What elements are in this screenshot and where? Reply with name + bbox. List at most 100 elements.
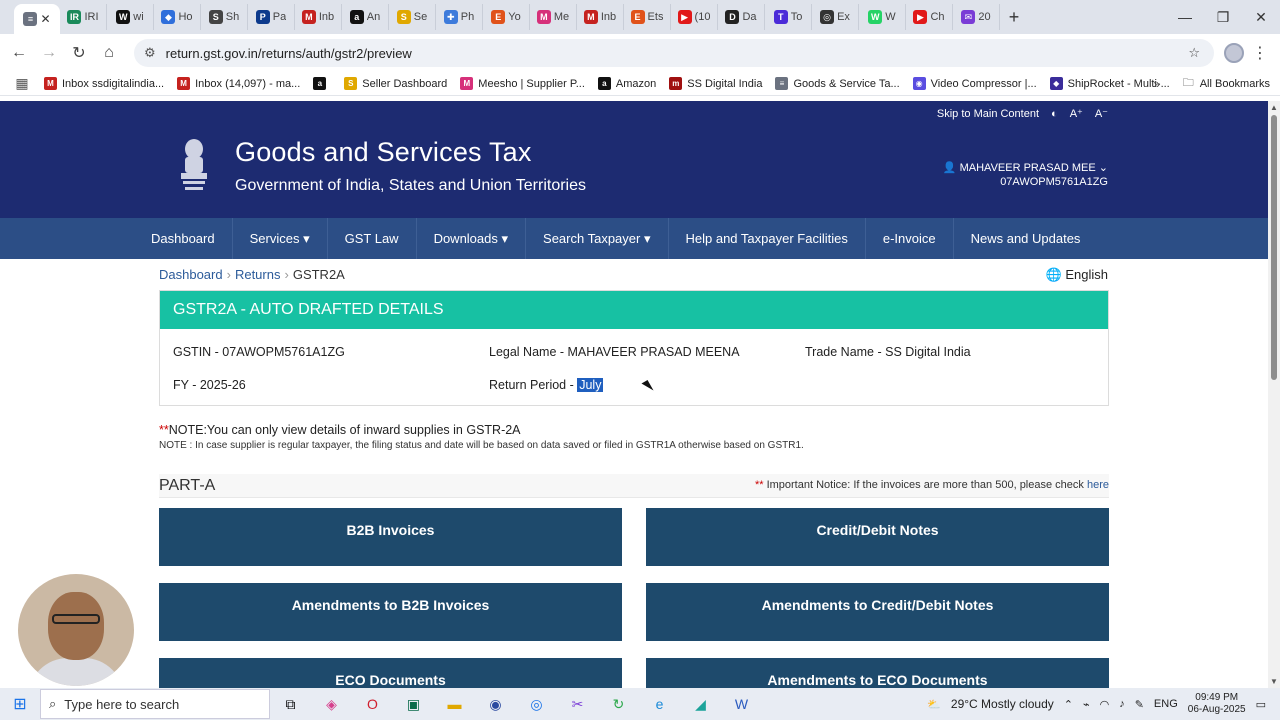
breadcrumb-returns[interactable]: Returns [235, 267, 281, 282]
amendments-b2b-button[interactable]: Amendments to B2B Invoices [159, 583, 622, 641]
bookmark-item[interactable]: S Seller Dashboard [344, 77, 447, 90]
browser-tab[interactable]: WW [859, 4, 906, 30]
browser-tab[interactable]: ✉ 20 [953, 4, 1000, 30]
browser-tab[interactable]: S Se [389, 4, 436, 30]
user-menu[interactable]: 👤 MAHAVEER PRASAD MEE ⌄ 07AWOPM5761A1ZG [943, 161, 1108, 189]
nav-item[interactable]: Search Taxpayer ▾ [526, 218, 669, 259]
chrome-icon[interactable]: ◎ [516, 696, 557, 713]
app-icon[interactable]: ◉ [475, 696, 516, 713]
scrollbar-thumb[interactable] [1271, 115, 1277, 380]
browser-tab[interactable]: M Me [530, 4, 577, 30]
amendments-eco-button[interactable]: Amendments to ECO Documents [646, 658, 1109, 688]
back-icon[interactable]: ← [4, 44, 34, 62]
site-info-icon[interactable]: ⚙ [144, 45, 156, 61]
browser-tab[interactable]: D Da [718, 4, 765, 30]
clock[interactable]: 09:49 PM 06-Aug-2025 [1188, 692, 1246, 716]
apps-grid-icon[interactable]: ▦ [0, 75, 44, 92]
reload-icon[interactable]: ↻ [64, 43, 94, 63]
all-bookmarks[interactable]: 🗀 All Bookmarks [1183, 74, 1270, 93]
scroll-up-icon[interactable]: ▲ [1270, 103, 1278, 112]
browser-tab[interactable]: S Sh [201, 4, 248, 30]
app2-icon[interactable]: ◢ [680, 696, 721, 713]
bookmark-item[interactable]: a Amazon [597, 77, 656, 90]
browser-tab[interactable]: IR IRI [60, 4, 107, 30]
bookmark-item[interactable]: ≡ Goods & Service Ta... [775, 77, 900, 90]
font-increase-button[interactable]: A⁺ [1070, 107, 1083, 120]
browser-tab[interactable]: ◆ Ho [154, 4, 201, 30]
browser-tab[interactable]: M Inb [577, 4, 624, 30]
nav-item[interactable]: GST Law [328, 218, 417, 259]
credit-debit-notes-button[interactable]: Credit/Debit Notes [646, 508, 1109, 566]
skip-to-main-link[interactable]: Skip to Main Content [937, 108, 1039, 120]
opera-icon[interactable]: O [352, 696, 393, 712]
network-icon[interactable]: ⌁ [1083, 698, 1090, 711]
pen-icon[interactable]: ✎ [1135, 698, 1144, 711]
bookmark-item[interactable]: m SS Digital India [669, 77, 762, 90]
weather-icon[interactable]: ⛅ [927, 698, 941, 711]
bookmark-item[interactable]: M Meesho | Supplier P... [460, 77, 585, 90]
browser-tab[interactable]: T To [765, 4, 812, 30]
wifi-icon[interactable]: ◠ [1100, 698, 1110, 711]
language-selector[interactable]: 🌐 English [1046, 267, 1108, 283]
b2b-invoices-button[interactable]: B2B Invoices [159, 508, 622, 566]
nav-item[interactable]: News and Updates [954, 218, 1098, 259]
browser-tab[interactable]: ≡ ✕ [14, 4, 60, 34]
notice-here-link[interactable]: here [1087, 479, 1109, 491]
volume-icon[interactable]: ♪ [1119, 698, 1125, 710]
taskbar-search[interactable]: ⌕ Type here to search [40, 689, 270, 719]
more-menu-icon[interactable]: ⋮ [1252, 43, 1268, 63]
nav-item[interactable]: e-Invoice [866, 218, 954, 259]
new-tab-button[interactable]: + [1000, 7, 1028, 28]
browser-tab[interactable]: ◎ Ex [812, 4, 859, 30]
bookmark-star-icon[interactable]: ☆ [1188, 45, 1200, 61]
nav-item[interactable]: Help and Taxpayer Facilities [669, 218, 866, 259]
bookmark-item[interactable]: M Inbox ssdigitalindia... [44, 77, 164, 90]
edge-icon[interactable]: e [639, 696, 680, 712]
close-window-icon[interactable]: ✕ [1242, 0, 1280, 34]
forward-icon[interactable]: → [34, 44, 64, 62]
browser-tab[interactable]: ▶ (10 [671, 4, 718, 30]
language-indicator[interactable]: ENG [1154, 698, 1178, 710]
browser-tab[interactable]: E Yo [483, 4, 530, 30]
bookmark-item[interactable]: a [313, 77, 331, 90]
browser-tab[interactable]: E Ets [624, 4, 671, 30]
scroll-down-icon[interactable]: ▼ [1270, 677, 1278, 686]
browser-tab[interactable]: Wwi [107, 4, 154, 30]
browser-tab[interactable]: P Pa [248, 4, 295, 30]
tray-chevron-icon[interactable]: ⌃ [1064, 698, 1073, 711]
home-icon[interactable]: ⌂ [94, 44, 124, 62]
note-main: **NOTE:You can only view details of inwa… [159, 423, 521, 437]
sync-app-icon[interactable]: ↻ [598, 696, 639, 713]
more-bookmarks-icon[interactable]: » [1153, 77, 1160, 91]
page-scrollbar[interactable]: ▲ ▼ [1268, 101, 1280, 688]
browser-tab[interactable]: ▶ Ch [906, 4, 953, 30]
windows-start-icon[interactable]: ⊞ [0, 694, 40, 714]
browser-tab[interactable]: a An [342, 4, 389, 30]
close-tab-icon[interactable]: ✕ [40, 12, 50, 26]
nav-item[interactable]: Services ▾ [233, 218, 328, 259]
snipping-tool-icon[interactable]: ✂ [557, 696, 598, 713]
task-view-icon[interactable]: ⧉ [270, 696, 311, 713]
contrast-icon[interactable]: ◐ [1051, 108, 1058, 120]
weather-text[interactable]: 29°C Mostly cloudy [951, 697, 1054, 711]
notifications-icon[interactable]: ▭ [1256, 698, 1266, 711]
amendments-cdn-button[interactable]: Amendments to Credit/Debit Notes [646, 583, 1109, 641]
nav-item[interactable]: Dashboard [134, 218, 233, 259]
profile-avatar[interactable] [1224, 43, 1244, 63]
eco-documents-button[interactable]: ECO Documents [159, 658, 622, 688]
terminal-app-icon[interactable]: ▣ [393, 696, 434, 713]
nav-item[interactable]: Downloads ▾ [417, 218, 527, 259]
breadcrumb-dashboard[interactable]: Dashboard [159, 267, 223, 282]
minimize-icon[interactable]: — [1166, 0, 1204, 34]
url-field[interactable]: ⚙ return.gst.gov.in/returns/auth/gstr2/p… [134, 39, 1214, 67]
bookmark-item[interactable]: ◆ ShipRocket - Multi-... [1049, 77, 1170, 90]
maximize-icon[interactable]: ❐ [1204, 0, 1242, 34]
font-decrease-button[interactable]: A⁻ [1095, 107, 1108, 120]
bookmark-item[interactable]: M Inbox (14,097) - ma... [177, 77, 300, 90]
bookmark-item[interactable]: ◉ Video Compressor |... [912, 77, 1037, 90]
browser-tab[interactable]: ✚ Ph [436, 4, 483, 30]
copilot-icon[interactable]: ◈ [311, 696, 352, 713]
file-explorer-icon[interactable]: ▬ [434, 696, 475, 712]
word-icon[interactable]: W [721, 696, 762, 712]
browser-tab[interactable]: M Inb [295, 4, 342, 30]
